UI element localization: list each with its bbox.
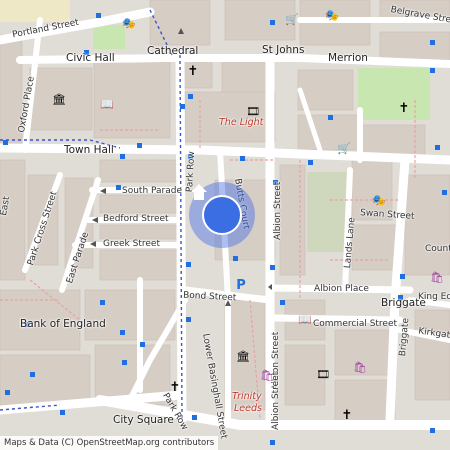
- street-label-albion-street-north: Albion Street: [273, 181, 283, 240]
- shopping-icon[interactable]: 🛍: [430, 270, 444, 284]
- map-view[interactable]: Portland Street Civic Hall Cathedral St …: [0, 0, 450, 450]
- home-location-icon: [191, 184, 242, 235]
- museum-icon[interactable]: 🏛: [52, 92, 66, 106]
- cinema-icon[interactable]: 🎞: [316, 367, 330, 381]
- attribution-link[interactable]: OpenStreetMap.org contributors: [77, 438, 215, 448]
- place-label-bank-of-england: Bank of England: [20, 318, 106, 330]
- shopping-icon[interactable]: 🛒: [337, 141, 351, 155]
- landmark-label-trinity: Trinity: [232, 391, 262, 402]
- shopping-icon[interactable]: 🛒: [285, 12, 299, 26]
- street-label-civic-hall: Civic Hall: [66, 52, 115, 64]
- museum-icon[interactable]: 🏛: [236, 349, 250, 363]
- street-label-south-parade: South Parade: [122, 186, 183, 196]
- street-label-cathedral: Cathedral: [147, 45, 199, 57]
- street-label-town-hall: Town Hall: [64, 144, 114, 156]
- shopping-icon[interactable]: 🛍: [353, 360, 367, 374]
- street-label-city-square: City Square: [113, 414, 174, 426]
- street-label-st-johns: St Johns: [262, 44, 305, 56]
- shopping-icon[interactable]: 🛍: [260, 368, 274, 382]
- library-icon[interactable]: 📖: [298, 312, 312, 326]
- home-glyph-icon: [191, 184, 207, 200]
- street-label-greek-street: Greek Street: [103, 239, 160, 249]
- church-icon[interactable]: ✝: [168, 380, 182, 394]
- church-icon[interactable]: ✝: [397, 101, 411, 115]
- current-location-marker[interactable]: [189, 182, 255, 248]
- street-label-merrion: Merrion: [328, 52, 368, 64]
- street-label-commercial-street: Commercial Street: [313, 319, 398, 329]
- theatre-icon[interactable]: 🎭: [122, 16, 136, 30]
- attribution-prefix: Maps & Data (C): [4, 438, 74, 448]
- church-icon[interactable]: ✝: [186, 64, 200, 78]
- landmark-label-the-light: The Light: [219, 117, 264, 128]
- map-attribution: Maps & Data (C) OpenStreetMap.org contri…: [0, 436, 219, 450]
- street-label-albion-place: Albion Place: [314, 284, 369, 294]
- landmark-label-leeds: Leeds: [234, 403, 262, 414]
- cinema-icon[interactable]: 🎞: [246, 104, 260, 118]
- theatre-icon[interactable]: 🎭: [325, 8, 339, 22]
- street-label-bedford-street: Bedford Street: [103, 214, 169, 224]
- street-label-count: Count: [425, 244, 450, 254]
- theatre-icon[interactable]: 🎭: [372, 193, 386, 207]
- parking-icon[interactable]: P: [234, 278, 248, 292]
- church-icon[interactable]: ✝: [340, 408, 354, 422]
- street-label-king-ed: King Ed: [418, 292, 450, 302]
- library-icon[interactable]: 📖: [100, 97, 114, 111]
